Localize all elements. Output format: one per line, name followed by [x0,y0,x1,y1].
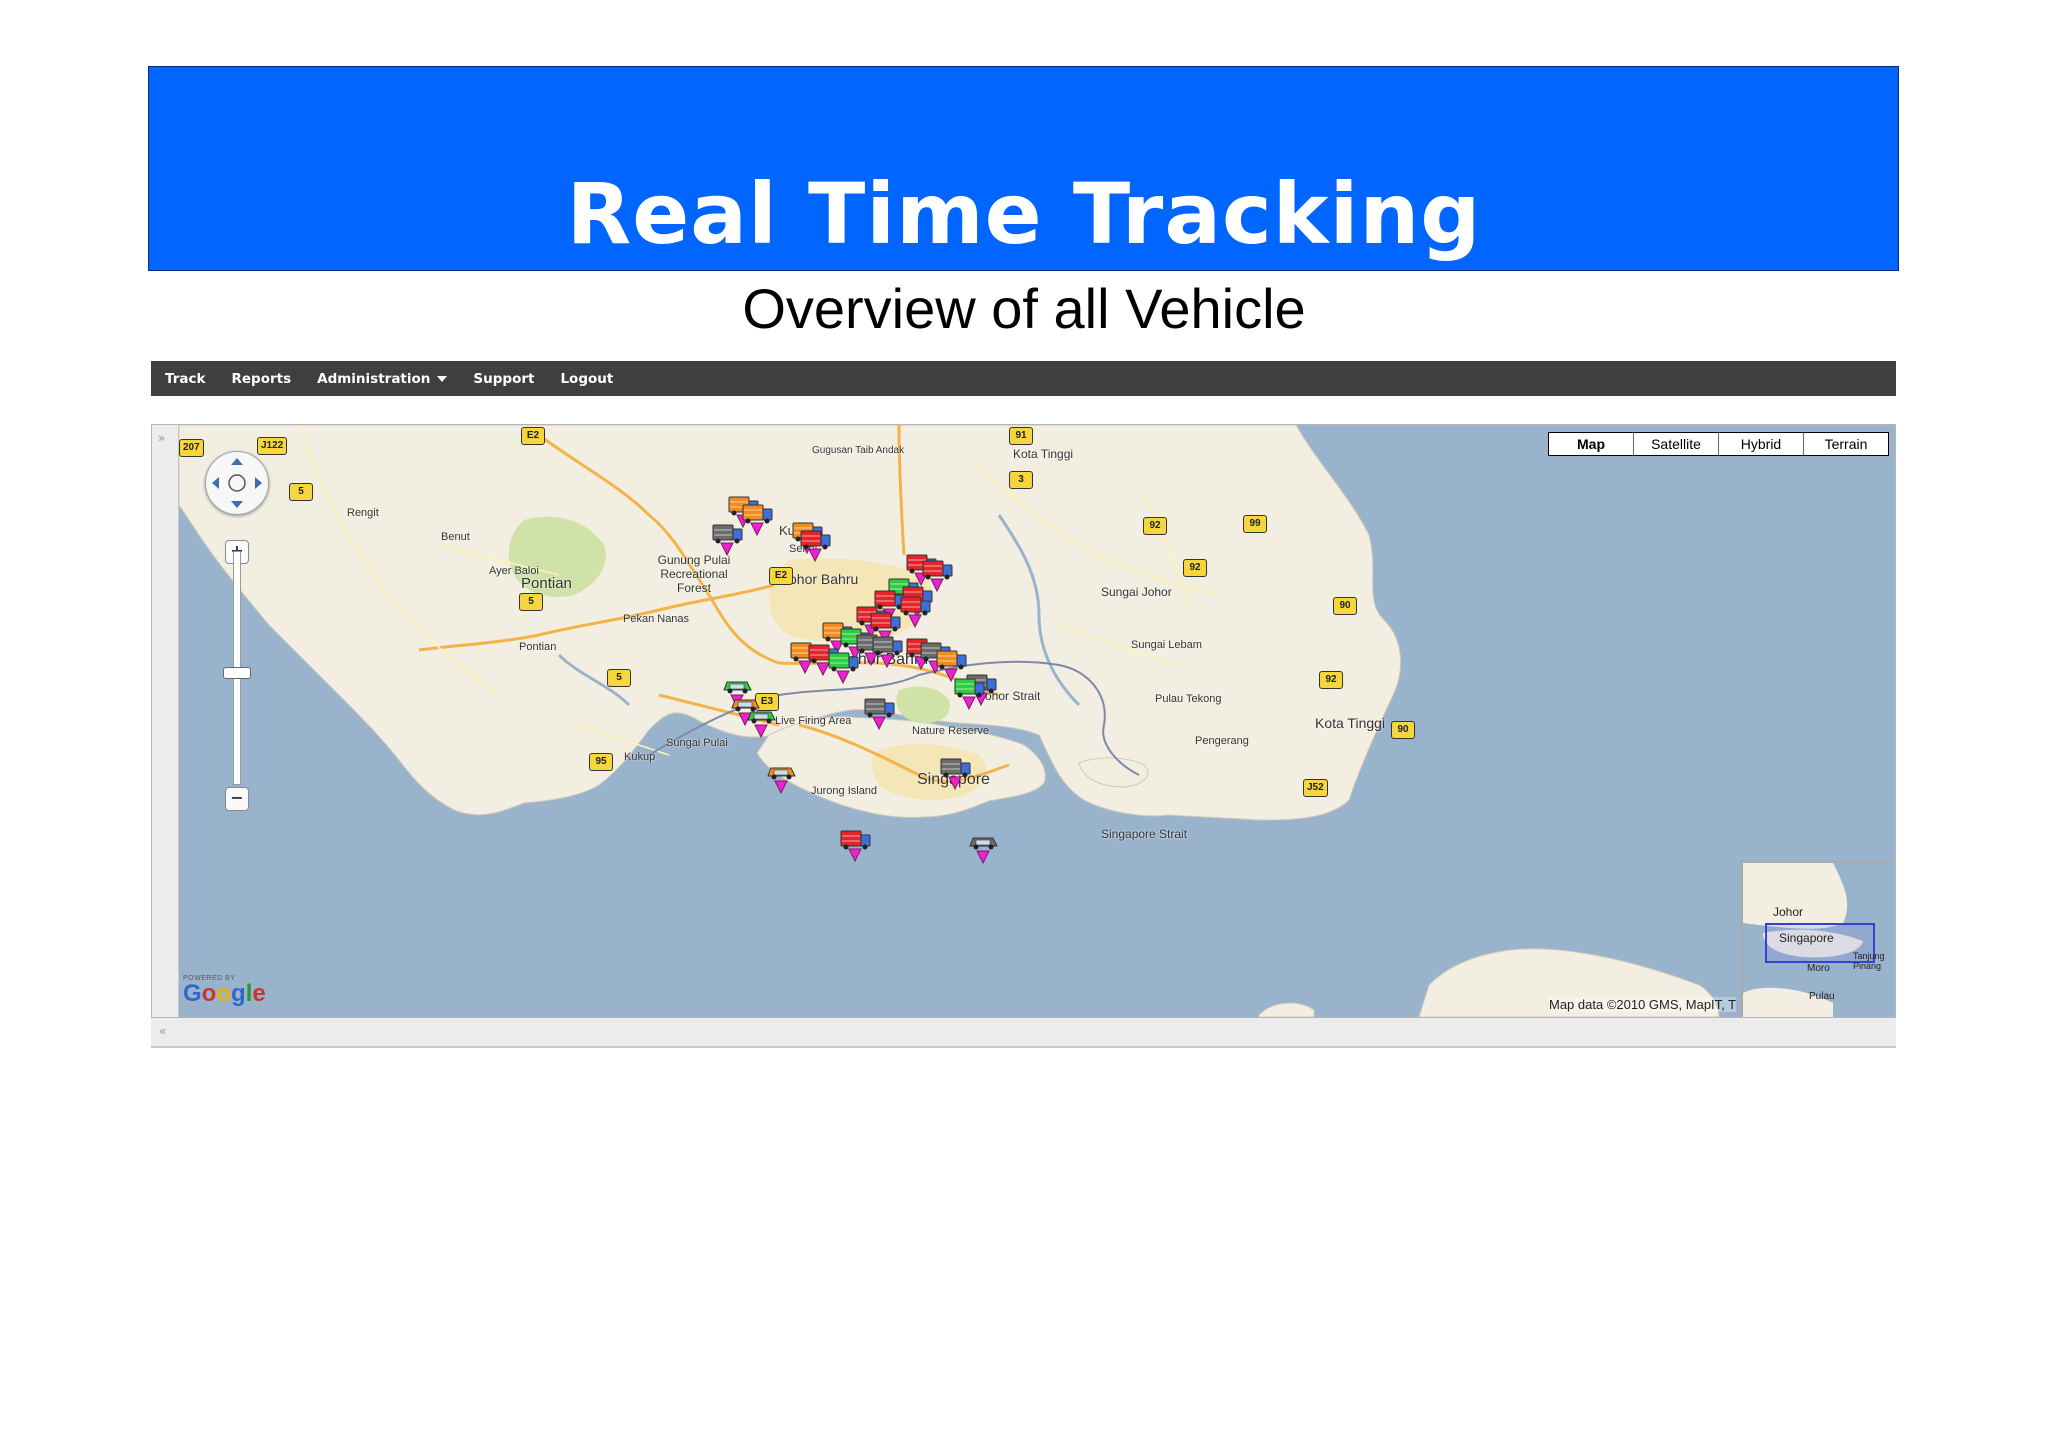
map-type-terrain-button[interactable]: Terrain [1803,433,1888,455]
place-label: Benut [441,531,470,543]
nav-support[interactable]: Support [461,371,546,387]
route-shield: 95 [589,753,613,771]
top-navigation-bar: Track Reports Administration Support Log… [151,361,1896,396]
nav-administration[interactable]: Administration [305,371,459,387]
double-chevron-up-icon[interactable]: « [159,1024,166,1038]
map-attribution: Map data ©2010 GMS, MapIT, T [1549,997,1737,1012]
place-label: Nature Reserve [912,725,990,737]
pan-arrows-icon [212,458,262,508]
route-shield: 92 [1319,671,1343,689]
route-shield: E2 [769,567,793,585]
truck-icon[interactable] [827,649,861,687]
place-label: Pengerang [1195,735,1249,747]
nav-logout-label: Logout [560,370,614,387]
place-label: Pekan Nanas [623,613,690,625]
truck-icon[interactable] [839,827,873,865]
place-label: Kota Tinggi [1315,715,1386,731]
route-shield: 92 [1183,559,1207,577]
pan-control[interactable] [205,451,269,515]
route-shield: 5 [607,669,631,687]
nav-logout[interactable]: Logout [548,371,625,387]
overview-label-tanjung-pinang: Tanjung Pinang [1853,951,1885,971]
google-logo[interactable]: POWERED BY Google [183,975,266,1006]
place-label: Pulau Tekong [1155,693,1222,705]
place-label: Sungai Johor [1101,585,1172,599]
map-canvas[interactable]: Map Satellite Hybrid Terrain + − POWERED… [179,425,1895,1017]
route-shield: 99 [1243,515,1267,533]
overview-label-moro: Moro [1807,963,1830,974]
overview-label-johor: Johor [1773,905,1804,919]
google-wordmark: Google [183,980,266,1007]
place-label: Kukup [624,751,656,763]
truck-icon[interactable] [871,633,905,671]
place-label: Sungai Pulai [666,737,728,749]
route-shield: E2 [521,427,545,445]
overview-map[interactable]: Johor Singapore Moro Pulau Tanjung Pinan… [1741,861,1895,1017]
page-subtitle: Overview of all Vehicle [742,277,1306,340]
map-graphic [179,425,1860,1017]
route-shield: 3 [1009,471,1033,489]
route-shield: 5 [289,483,313,501]
chevron-down-icon [437,375,448,382]
car-icon[interactable] [745,703,779,741]
nav-administration-label: Administration [317,370,431,387]
nav-track[interactable]: Track [153,371,217,387]
zoom-slider-handle[interactable] [223,667,251,679]
nav-support-label: Support [473,370,535,387]
truck-icon[interactable] [939,755,973,793]
map-type-switcher: Map Satellite Hybrid Terrain [1548,432,1889,456]
double-chevron-right-icon[interactable]: » [158,431,165,445]
map-type-map-button[interactable]: Map [1549,433,1633,455]
place-label: Pontian [521,575,572,592]
route-shield: J52 [1303,779,1328,797]
zoom-out-button[interactable]: − [225,787,249,811]
map-panel: » Map Satellite Hybrid Terrain − POWERED… [151,424,1896,1018]
place-label: Gugusan Taib Andak [812,445,905,456]
route-shield: 92 [1143,517,1167,535]
route-shield: 91 [1009,427,1033,445]
truck-icon[interactable] [899,593,933,631]
truck-icon[interactable] [863,695,897,733]
map-type-hybrid-button[interactable]: Hybrid [1718,433,1803,455]
truck-icon[interactable] [711,521,745,559]
place-label: Kota Tinggi [1013,447,1074,461]
page-title: Real Time Tracking [566,165,1482,263]
route-shield: 207 [179,439,204,457]
place-label: Sungai Lebam [1131,639,1202,651]
nav-track-label: Track [165,370,206,387]
map-type-satellite-button[interactable]: Satellite [1633,433,1718,455]
truck-icon[interactable] [953,675,987,713]
car-icon[interactable] [967,829,1001,867]
car-icon[interactable] [765,759,799,797]
route-shield: 90 [1333,597,1357,615]
hand-icon [228,474,246,492]
map-footer-bar: « [151,1018,1896,1048]
place-label: Rengit [347,507,379,519]
route-shield: 90 [1391,721,1415,739]
truck-icon[interactable] [799,527,833,565]
nav-reports[interactable]: Reports [219,371,303,387]
place-label: Pontian [519,641,557,653]
nav-reports-label: Reports [231,370,292,387]
route-shield: 5 [519,593,543,611]
overview-label-pulau: Pulau [1809,991,1835,1002]
place-label: Gunung Pulai Recreational Forest [657,553,731,595]
place-label: Live Firing Area [775,715,852,727]
place-label: Johor Bahru [782,571,859,587]
place-label: Singapore Strait [1101,827,1188,841]
place-label: Jurong Island [811,785,878,797]
truck-icon[interactable] [741,501,775,539]
overview-label-singapore: Singapore [1779,931,1834,945]
route-shield: J122 [257,437,288,455]
map-side-collapse-bar[interactable]: » [152,425,179,1017]
